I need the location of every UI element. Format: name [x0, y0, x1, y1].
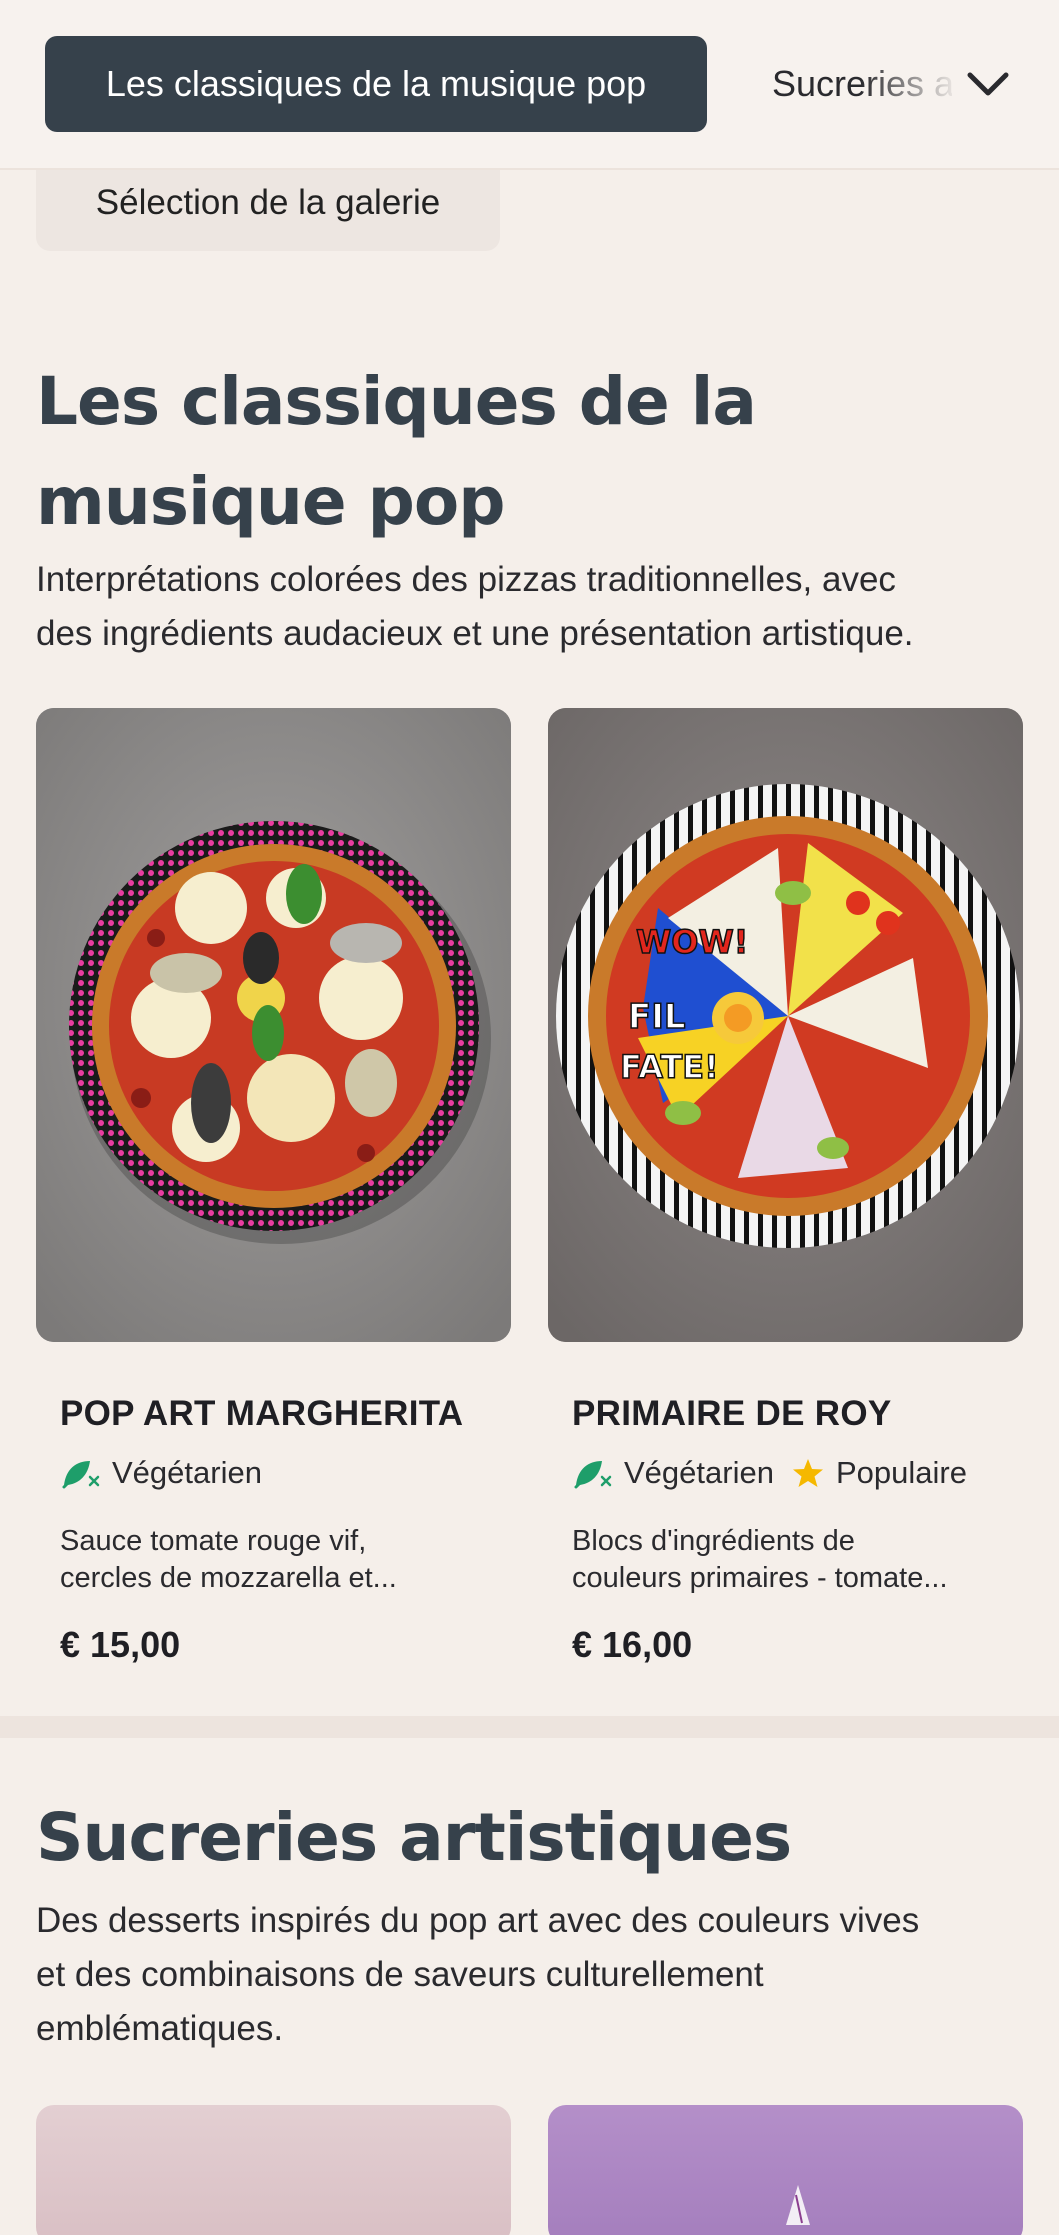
menu-item-price: € 16,00	[572, 1624, 693, 1665]
svg-text:FATE!: FATE!	[620, 1048, 719, 1086]
menu-item-tags: Végétarien	[60, 1453, 280, 1493]
menu-item-description: Sauce tomate rouge vif, cercles de mozza…	[60, 1523, 480, 1597]
chevron-down-icon[interactable]	[960, 55, 1016, 111]
tag-label: Populaire	[835, 1455, 967, 1490]
star-icon	[792, 1459, 823, 1487]
nav-tab-classiques[interactable]: Les classiques de la musique pop	[45, 36, 707, 132]
section-title-line: Les classiques de la	[36, 363, 757, 440]
tag-popular: Populaire	[792, 1455, 967, 1491]
section-description: Interprétations colorées des pizzas trad…	[36, 553, 1026, 661]
section-description-line: des ingrédients audacieux et une présent…	[36, 614, 914, 653]
section-description-line: Interprétations colorées des pizzas trad…	[36, 560, 896, 599]
nav-fade	[860, 36, 960, 132]
section-description-line: Des desserts inspirés du pop art avec de…	[36, 1901, 920, 1940]
pizza-image: WOW! FIL FATE!	[548, 708, 1023, 1342]
category-nav: Les classiques de la musique pop Sucreri…	[0, 0, 1059, 170]
menu-item-description-line: Blocs d'ingrédients de	[572, 1525, 855, 1557]
tag-vegetarian: Végétarien	[60, 1455, 262, 1491]
section-divider	[0, 1716, 1059, 1738]
menu-item-image[interactable]	[36, 708, 511, 1342]
menu-item-description: Blocs d'ingrédients de couleurs primaire…	[572, 1523, 992, 1597]
pizza-image	[36, 708, 511, 1342]
tag-label: Végétarien	[112, 1455, 262, 1490]
svg-text:FIL: FIL	[628, 997, 686, 1037]
menu-item-description-line: cercles de mozzarella et...	[60, 1562, 397, 1594]
gallery-selection-button[interactable]: Sélection de la galerie	[36, 165, 500, 251]
menu-item-image[interactable]	[548, 2105, 1023, 2235]
menu-item-tags: Végétarien Populaire	[572, 1453, 985, 1493]
menu-item-description-line: Sauce tomate rouge vif,	[60, 1525, 367, 1557]
section-description-line: emblématiques.	[36, 2009, 284, 2048]
menu-item-image[interactable]	[36, 2105, 511, 2235]
vegetarian-leaf-icon	[62, 1461, 100, 1489]
section-description-line: et des combinaisons de saveurs culturell…	[36, 1955, 764, 1994]
menu-item-image[interactable]: WOW! FIL FATE!	[548, 708, 1023, 1342]
menu-item-price: € 15,00	[60, 1624, 181, 1665]
tag-vegetarian: Végétarien	[572, 1455, 774, 1491]
menu-item-name[interactable]: POP ART MARGHERITA	[60, 1394, 463, 1434]
menu-item-description-line: couleurs primaires - tomate...	[572, 1562, 948, 1594]
section-title-classiques: Les classiques de la musique pop	[36, 352, 1026, 552]
menu-item-name[interactable]: PRIMAIRE DE ROY	[572, 1394, 892, 1434]
vegetarian-leaf-icon	[574, 1461, 612, 1489]
section-title-line: musique pop	[36, 463, 505, 540]
section-title-sucreries: Sucreries artistiques	[36, 1799, 792, 1876]
dessert-image	[786, 2185, 810, 2225]
svg-text:WOW!: WOW!	[636, 923, 748, 961]
section-description: Des desserts inspirés du pop art avec de…	[36, 1894, 1026, 2056]
tag-label: Végétarien	[624, 1455, 774, 1490]
